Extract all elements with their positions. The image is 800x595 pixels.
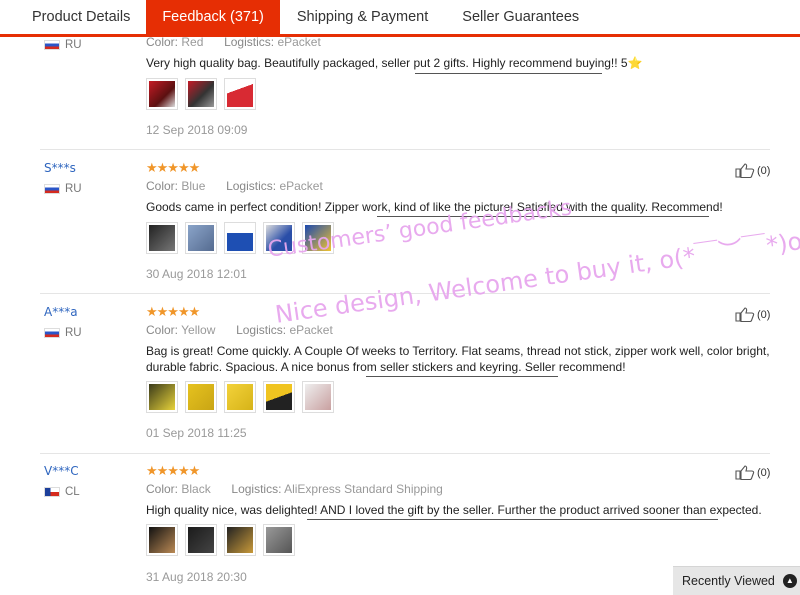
review-country: RU xyxy=(44,327,82,339)
logistics-label: Logistics: xyxy=(224,35,275,49)
review-photo[interactable] xyxy=(185,78,217,110)
recently-viewed-label: Recently Viewed xyxy=(682,574,775,588)
star-rating: ★★★★★ xyxy=(146,160,200,175)
review-date: 30 Aug 2018 12:01 xyxy=(146,267,247,281)
chile-flag-icon xyxy=(44,487,60,497)
color-value: Yellow xyxy=(181,323,216,337)
like-button[interactable]: (0) xyxy=(735,307,770,322)
review-photo[interactable] xyxy=(263,381,295,413)
review-photo[interactable] xyxy=(302,381,334,413)
logistics-label: Logistics: xyxy=(231,482,282,496)
color-label: Color: xyxy=(146,35,179,49)
review-meta: Color: Black Logistics: AliExpress Stand… xyxy=(146,482,443,496)
thumbs-up-icon xyxy=(735,465,755,480)
review-text: High quality nice, was delighted! AND I … xyxy=(146,503,762,517)
review-photos xyxy=(146,222,341,254)
review-photo[interactable] xyxy=(263,524,295,556)
country-code: CL xyxy=(65,486,80,498)
logistics-value: AliExpress Standard Shipping xyxy=(284,482,443,496)
review-photo[interactable] xyxy=(146,78,178,110)
russia-flag-icon xyxy=(44,328,60,338)
review-photo[interactable] xyxy=(263,222,295,254)
logistics-label: Logistics: xyxy=(226,179,277,193)
review-photo[interactable] xyxy=(185,381,217,413)
review-photo[interactable] xyxy=(146,222,178,254)
review-date: 01 Sep 2018 11:25 xyxy=(146,426,247,440)
logistics-label: Logistics: xyxy=(236,323,287,337)
tab-shipping-payment[interactable]: Shipping & Payment xyxy=(280,0,445,34)
review-text: Bag is great! Come quickly. A Couple Of … xyxy=(146,344,770,374)
color-label: Color: xyxy=(146,323,179,337)
thumbs-up-icon xyxy=(735,307,755,322)
russia-flag-icon xyxy=(44,184,60,194)
like-button[interactable]: (0) xyxy=(735,163,770,178)
star-rating: ★★★★★ xyxy=(146,463,200,478)
review-date: 12 Sep 2018 09:09 xyxy=(146,123,248,137)
color-label: Color: xyxy=(146,179,179,193)
chevron-up-icon: ▲ xyxy=(782,574,797,588)
review-meta: Color: Red Logistics: ePacket xyxy=(146,35,321,49)
review-photo[interactable] xyxy=(146,381,178,413)
russia-flag-icon xyxy=(44,40,60,50)
review-photo[interactable] xyxy=(224,222,256,254)
country-code: RU xyxy=(65,183,82,195)
color-label: Color: xyxy=(146,482,179,496)
star-rating: ★★★★★ xyxy=(146,304,200,319)
reviewer-name[interactable]: V***C xyxy=(44,464,79,478)
review-photo[interactable] xyxy=(146,524,178,556)
review-photo[interactable] xyxy=(185,222,217,254)
review-meta: Color: Blue Logistics: ePacket xyxy=(146,179,323,193)
review-photo[interactable] xyxy=(224,381,256,413)
tab-feedback[interactable]: Feedback (371) xyxy=(146,0,280,34)
review-photo[interactable] xyxy=(185,524,217,556)
review-photo[interactable] xyxy=(224,524,256,556)
logistics-value: ePacket xyxy=(277,35,321,49)
like-count: (0) xyxy=(757,466,771,479)
review-country: RU xyxy=(44,183,82,195)
review-text: Very high quality bag. Beautifully packa… xyxy=(146,56,643,70)
reviewer-name[interactable]: S***s xyxy=(44,161,76,175)
review-photos xyxy=(146,381,341,413)
recently-viewed-button[interactable]: Recently Viewed ▲ xyxy=(673,566,800,595)
logistics-value: ePacket xyxy=(279,179,323,193)
product-tabs: Product Details Feedback (371) Shipping … xyxy=(0,0,800,37)
color-value: Red xyxy=(181,35,204,49)
color-value: Black xyxy=(181,482,211,496)
like-count: (0) xyxy=(757,308,771,321)
color-value: Blue xyxy=(181,179,206,193)
logistics-value: ePacket xyxy=(289,323,333,337)
review-text: Goods came in perfect condition! Zipper … xyxy=(146,200,723,214)
review-country: RU xyxy=(44,39,82,51)
country-code: RU xyxy=(65,39,82,51)
tab-seller-guarantees[interactable]: Seller Guarantees xyxy=(445,0,596,34)
review-photo[interactable] xyxy=(224,78,256,110)
review-meta: Color: Yellow Logistics: ePacket xyxy=(146,323,333,337)
like-button[interactable]: (0) xyxy=(735,465,770,480)
review-photos xyxy=(146,524,302,556)
review-date: 31 Aug 2018 20:30 xyxy=(146,570,247,584)
reviewer-name[interactable]: A***a xyxy=(44,305,78,319)
country-code: RU xyxy=(65,327,82,339)
promo-overlay-line2: Nice design, Welcome to buy it, o(*￣︶￣*)… xyxy=(273,227,800,329)
tab-product-details[interactable]: Product Details xyxy=(0,0,146,34)
like-count: (0) xyxy=(757,164,771,177)
review-country: CL xyxy=(44,486,80,498)
review-photos xyxy=(146,78,263,110)
review-photo[interactable] xyxy=(302,222,334,254)
thumbs-up-icon xyxy=(735,163,755,178)
